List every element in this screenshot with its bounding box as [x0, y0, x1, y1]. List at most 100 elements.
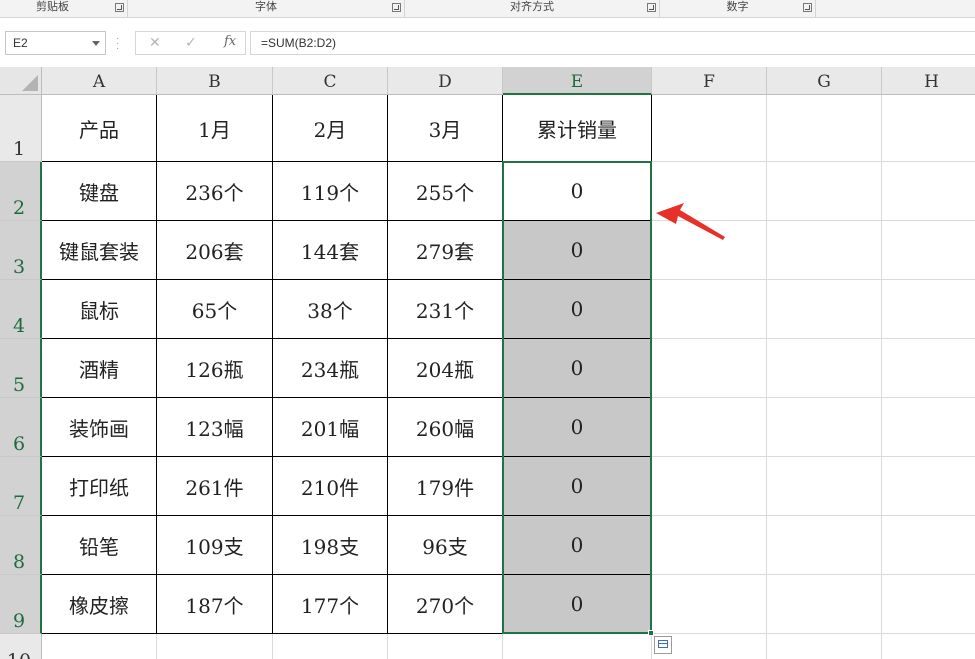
formula-input[interactable]: =SUM(B2:D2): [250, 31, 975, 55]
column-header-g[interactable]: G: [767, 67, 882, 95]
cell-d7[interactable]: 179件: [388, 457, 503, 516]
cell-c8[interactable]: 198支: [273, 516, 388, 575]
cell-h2[interactable]: [882, 162, 975, 221]
more-options-icon[interactable]: · · ·: [116, 34, 119, 54]
cell-h5[interactable]: [882, 339, 975, 398]
cell-g5[interactable]: [767, 339, 882, 398]
cell-e5[interactable]: 0: [503, 339, 652, 398]
cell-c9[interactable]: 177个: [273, 575, 388, 634]
cell-c7[interactable]: 210件: [273, 457, 388, 516]
cell-d9[interactable]: 270个: [388, 575, 503, 634]
cell-c10[interactable]: [273, 634, 388, 659]
cell-h9[interactable]: [882, 575, 975, 634]
row-header-8[interactable]: 8: [0, 516, 42, 575]
cell-f1[interactable]: [652, 95, 767, 162]
cell-h6[interactable]: [882, 398, 975, 457]
cell-g7[interactable]: [767, 457, 882, 516]
cell-a9[interactable]: 橡皮擦: [42, 575, 157, 634]
select-all-button[interactable]: [0, 67, 42, 95]
row-header-2[interactable]: 2: [0, 162, 42, 221]
column-header-a[interactable]: A: [42, 67, 157, 95]
cell-a5[interactable]: 酒精: [42, 339, 157, 398]
cell-e3[interactable]: 0: [503, 221, 652, 280]
cell-e8[interactable]: 0: [503, 516, 652, 575]
cell-g2[interactable]: [767, 162, 882, 221]
cell-c1[interactable]: 2月: [273, 95, 388, 162]
cell-b7[interactable]: 261件: [157, 457, 273, 516]
close-icon[interactable]: ✕: [149, 34, 161, 51]
column-header-b[interactable]: B: [157, 67, 273, 95]
cell-h1[interactable]: [882, 95, 975, 162]
column-header-e[interactable]: E: [503, 67, 652, 95]
cell-a1[interactable]: 产品: [42, 95, 157, 162]
cell-b4[interactable]: 65个: [157, 280, 273, 339]
row-header-9[interactable]: 9: [0, 575, 42, 634]
cell-a2[interactable]: 键盘: [42, 162, 157, 221]
column-header-d[interactable]: D: [388, 67, 503, 95]
row-header-1[interactable]: 1: [0, 95, 42, 162]
cell-f8[interactable]: [652, 516, 767, 575]
cell-g10[interactable]: [767, 634, 882, 659]
cell-b3[interactable]: 206套: [157, 221, 273, 280]
cell-g3[interactable]: [767, 221, 882, 280]
cell-c4[interactable]: 38个: [273, 280, 388, 339]
cell-b9[interactable]: 187个: [157, 575, 273, 634]
cell-a3[interactable]: 键鼠套装: [42, 221, 157, 280]
cell-g9[interactable]: [767, 575, 882, 634]
cell-g6[interactable]: [767, 398, 882, 457]
cell-b8[interactable]: 109支: [157, 516, 273, 575]
cell-h4[interactable]: [882, 280, 975, 339]
cell-e4[interactable]: 0: [503, 280, 652, 339]
column-header-f[interactable]: F: [652, 67, 767, 95]
cell-d4[interactable]: 231个: [388, 280, 503, 339]
spreadsheet-grid[interactable]: ABCDEFGH 1 2 3 4 5 6 7 8 9 10 产品1月2月3月累计销量键盘236个119…: [0, 67, 975, 659]
cell-e7[interactable]: 0: [503, 457, 652, 516]
cell-c5[interactable]: 234瓶: [273, 339, 388, 398]
cell-b2[interactable]: 236个: [157, 162, 273, 221]
row-header-3[interactable]: 3: [0, 221, 42, 280]
cell-d8[interactable]: 96支: [388, 516, 503, 575]
row-header-5[interactable]: 5: [0, 339, 42, 398]
cell-g1[interactable]: [767, 95, 882, 162]
row-header-6[interactable]: 6: [0, 398, 42, 457]
cell-b6[interactable]: 123幅: [157, 398, 273, 457]
cell-e1[interactable]: 累计销量: [503, 95, 652, 162]
cell-f7[interactable]: [652, 457, 767, 516]
cell-c2[interactable]: 119个: [273, 162, 388, 221]
dialog-launcher-icon[interactable]: [803, 3, 812, 12]
cell-f5[interactable]: [652, 339, 767, 398]
cell-b10[interactable]: [157, 634, 273, 659]
dialog-launcher-icon[interactable]: [115, 3, 124, 12]
cell-a7[interactable]: 打印纸: [42, 457, 157, 516]
cell-h7[interactable]: [882, 457, 975, 516]
cell-f4[interactable]: [652, 280, 767, 339]
column-header-h[interactable]: H: [882, 67, 975, 95]
dialog-launcher-icon[interactable]: [392, 3, 401, 12]
cell-g8[interactable]: [767, 516, 882, 575]
chevron-down-icon[interactable]: [92, 41, 100, 46]
cell-f9[interactable]: [652, 575, 767, 634]
cell-e9[interactable]: 0: [503, 575, 652, 634]
cell-d2[interactable]: 255个: [388, 162, 503, 221]
quick-analysis-icon[interactable]: [654, 636, 672, 654]
dialog-launcher-icon[interactable]: [647, 3, 656, 12]
name-box[interactable]: E2: [5, 31, 106, 55]
cell-f6[interactable]: [652, 398, 767, 457]
cell-e2[interactable]: 0: [503, 162, 652, 221]
cell-a6[interactable]: 装饰画: [42, 398, 157, 457]
row-header-4[interactable]: 4: [0, 280, 42, 339]
cell-b5[interactable]: 126瓶: [157, 339, 273, 398]
cell-d1[interactable]: 3月: [388, 95, 503, 162]
row-header-7[interactable]: 7: [0, 457, 42, 516]
cell-a8[interactable]: 铅笔: [42, 516, 157, 575]
cell-b1[interactable]: 1月: [157, 95, 273, 162]
cell-h10[interactable]: [882, 634, 975, 659]
cell-h8[interactable]: [882, 516, 975, 575]
cell-e10[interactable]: [503, 634, 652, 659]
cell-h3[interactable]: [882, 221, 975, 280]
cell-c6[interactable]: 201幅: [273, 398, 388, 457]
insert-function-icon[interactable]: fx: [224, 34, 236, 49]
cell-d5[interactable]: 204瓶: [388, 339, 503, 398]
cell-d10[interactable]: [388, 634, 503, 659]
cell-d6[interactable]: 260幅: [388, 398, 503, 457]
